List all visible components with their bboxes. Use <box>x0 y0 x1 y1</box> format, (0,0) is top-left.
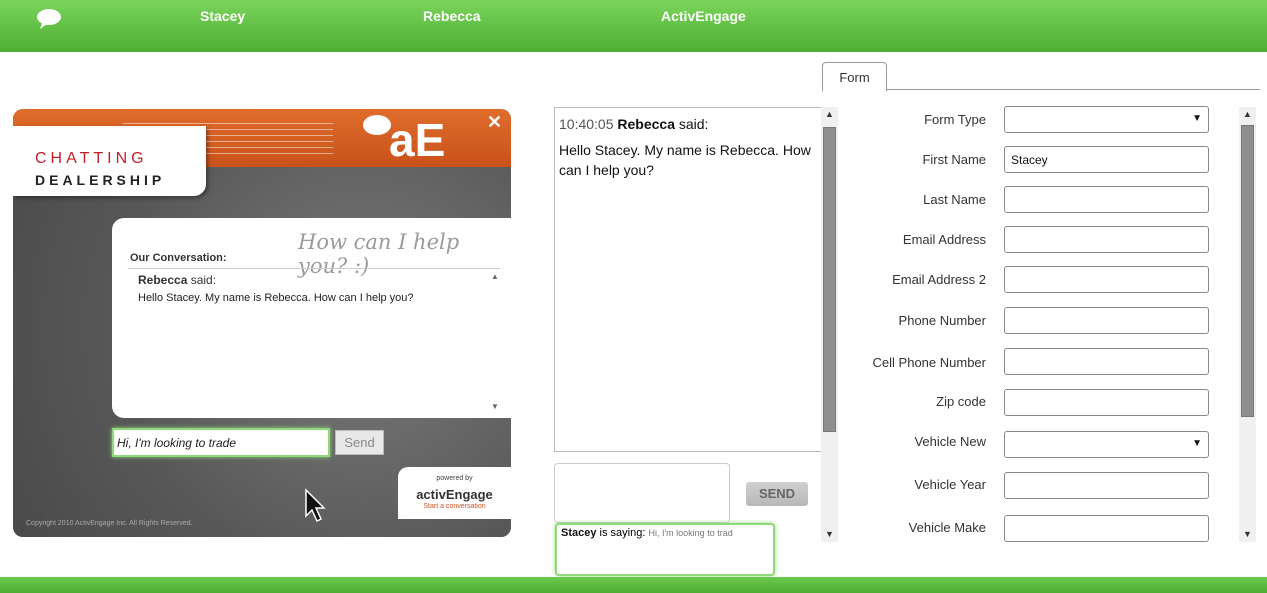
first-name-field[interactable]: Stacey <box>1004 146 1209 173</box>
typing-suffix: is saying: <box>596 527 649 539</box>
copyright-text: Copyright 2010 ActivEngage Inc. All Righ… <box>26 520 193 527</box>
email-address-2-field[interactable] <box>1004 266 1209 293</box>
form-scrollbar[interactable]: ▲ ▼ <box>1239 107 1256 542</box>
typing-preview-text: Hi, I'm looking to trad <box>648 528 733 538</box>
logo-line-1: CHATTING <box>35 150 148 167</box>
cell-phone-number-field[interactable] <box>1004 348 1209 375</box>
cell-phone-number-label: Cell Phone Number <box>872 355 986 370</box>
scrollbar-thumb[interactable] <box>1241 125 1254 417</box>
message-author: Rebecca <box>617 116 675 132</box>
customer-chat-widget: CHATTING DEALERSHIP aE ✕ How can I help … <box>13 109 511 537</box>
scroll-up-icon[interactable]: ▲ <box>1243 109 1252 119</box>
scroll-up-icon[interactable]: ▲ <box>491 272 499 281</box>
tab-stacey[interactable]: Stacey <box>200 8 245 24</box>
message-header: Rebecca said: <box>138 273 216 287</box>
vehicle-make-label: Vehicle Make <box>908 520 986 535</box>
conversation-panel: How can I help you? :) Our Conversation:… <box>112 218 511 418</box>
phone-number-field[interactable] <box>1004 307 1209 334</box>
mouse-cursor-icon <box>304 488 326 529</box>
conversation-log[interactable]: Rebecca said: Hello Stacey. My name is R… <box>128 268 500 413</box>
scroll-up-icon[interactable]: ▲ <box>825 109 834 119</box>
scroll-down-icon[interactable]: ▼ <box>1243 529 1252 539</box>
vehicle-year-label: Vehicle Year <box>914 477 986 492</box>
typing-preview-box: Stacey is saying: Hi, I'm looking to tra… <box>555 523 775 576</box>
agent-send-button[interactable]: SEND <box>746 482 808 506</box>
close-icon[interactable]: ✕ <box>487 112 502 133</box>
powered-tagline: Start a conversation <box>423 503 486 510</box>
vehicle-make-field[interactable] <box>1004 515 1209 542</box>
logo-line-2: DEALERSHIP <box>35 172 166 188</box>
ae-bubble-icon <box>363 115 391 135</box>
powered-by-badge[interactable]: powered by activEngage Start a conversat… <box>398 467 511 519</box>
zip-code-field[interactable] <box>1004 389 1209 416</box>
message-text: Hello Stacey. My name is Rebecca. How ca… <box>559 142 811 178</box>
agent-chat-log[interactable]: 10:40:05 Rebecca said: Hello Stacey. My … <box>554 107 822 452</box>
customer-message-input[interactable]: Hi, I'm looking to trade <box>112 428 330 457</box>
tab-activengage[interactable]: ActivEngage <box>661 8 746 24</box>
vehicle-new-label: Vehicle New <box>914 434 986 449</box>
message-text: Hello Stacey. My name is Rebecca. How ca… <box>138 292 414 304</box>
message-time: 10:40:05 <box>559 116 614 132</box>
powered-by-text: powered by <box>436 475 473 482</box>
tab-divider <box>887 89 1260 90</box>
scrollbar-thumb[interactable] <box>823 127 836 432</box>
last-name-field[interactable] <box>1004 186 1209 213</box>
agent-chat-scrollbar[interactable]: ▲ ▼ <box>821 107 838 542</box>
vehicle-new-select[interactable]: ▼ <box>1004 431 1209 458</box>
conversation-scrollbar[interactable]: ▲ ▼ <box>490 269 500 414</box>
email-address-label: Email Address <box>902 232 986 247</box>
first-name-label: First Name <box>922 152 986 167</box>
dropdown-caret-icon: ▼ <box>1192 438 1202 449</box>
scroll-down-icon[interactable]: ▼ <box>825 529 834 539</box>
typing-name: Stacey <box>561 527 597 539</box>
customer-send-button[interactable]: Send <box>335 430 384 455</box>
message-said: said: <box>674 116 709 132</box>
dropdown-caret-icon: ▼ <box>1192 113 1202 124</box>
form-type-label: Form Type <box>924 112 986 127</box>
top-bar: Stacey Rebecca ActivEngage <box>0 0 1267 52</box>
form-type-select[interactable]: ▼ <box>1004 106 1209 133</box>
email-address-2-label: Email Address 2 <box>892 272 986 287</box>
tab-form[interactable]: Form <box>822 62 887 91</box>
bottom-bar <box>0 577 1267 593</box>
dealership-logo: CHATTING DEALERSHIP <box>13 126 206 196</box>
ae-logo: aE <box>389 114 446 166</box>
message-said: said: <box>187 273 217 287</box>
email-address-field[interactable] <box>1004 226 1209 253</box>
zip-code-label: Zip code <box>936 394 986 409</box>
agent-message-input[interactable] <box>554 463 730 523</box>
vehicle-year-field[interactable] <box>1004 472 1209 499</box>
activengage-logo: activEngage <box>416 487 493 502</box>
scroll-down-icon[interactable]: ▼ <box>491 402 499 411</box>
chat-entry-header: 10:40:05 Rebecca said: <box>559 116 708 132</box>
last-name-label: Last Name <box>923 192 986 207</box>
tab-rebecca[interactable]: Rebecca <box>423 8 481 24</box>
chat-bubble-icon <box>36 8 62 35</box>
message-author: Rebecca <box>138 273 188 287</box>
phone-number-label: Phone Number <box>898 313 986 328</box>
conversation-title: Our Conversation: <box>130 252 227 264</box>
